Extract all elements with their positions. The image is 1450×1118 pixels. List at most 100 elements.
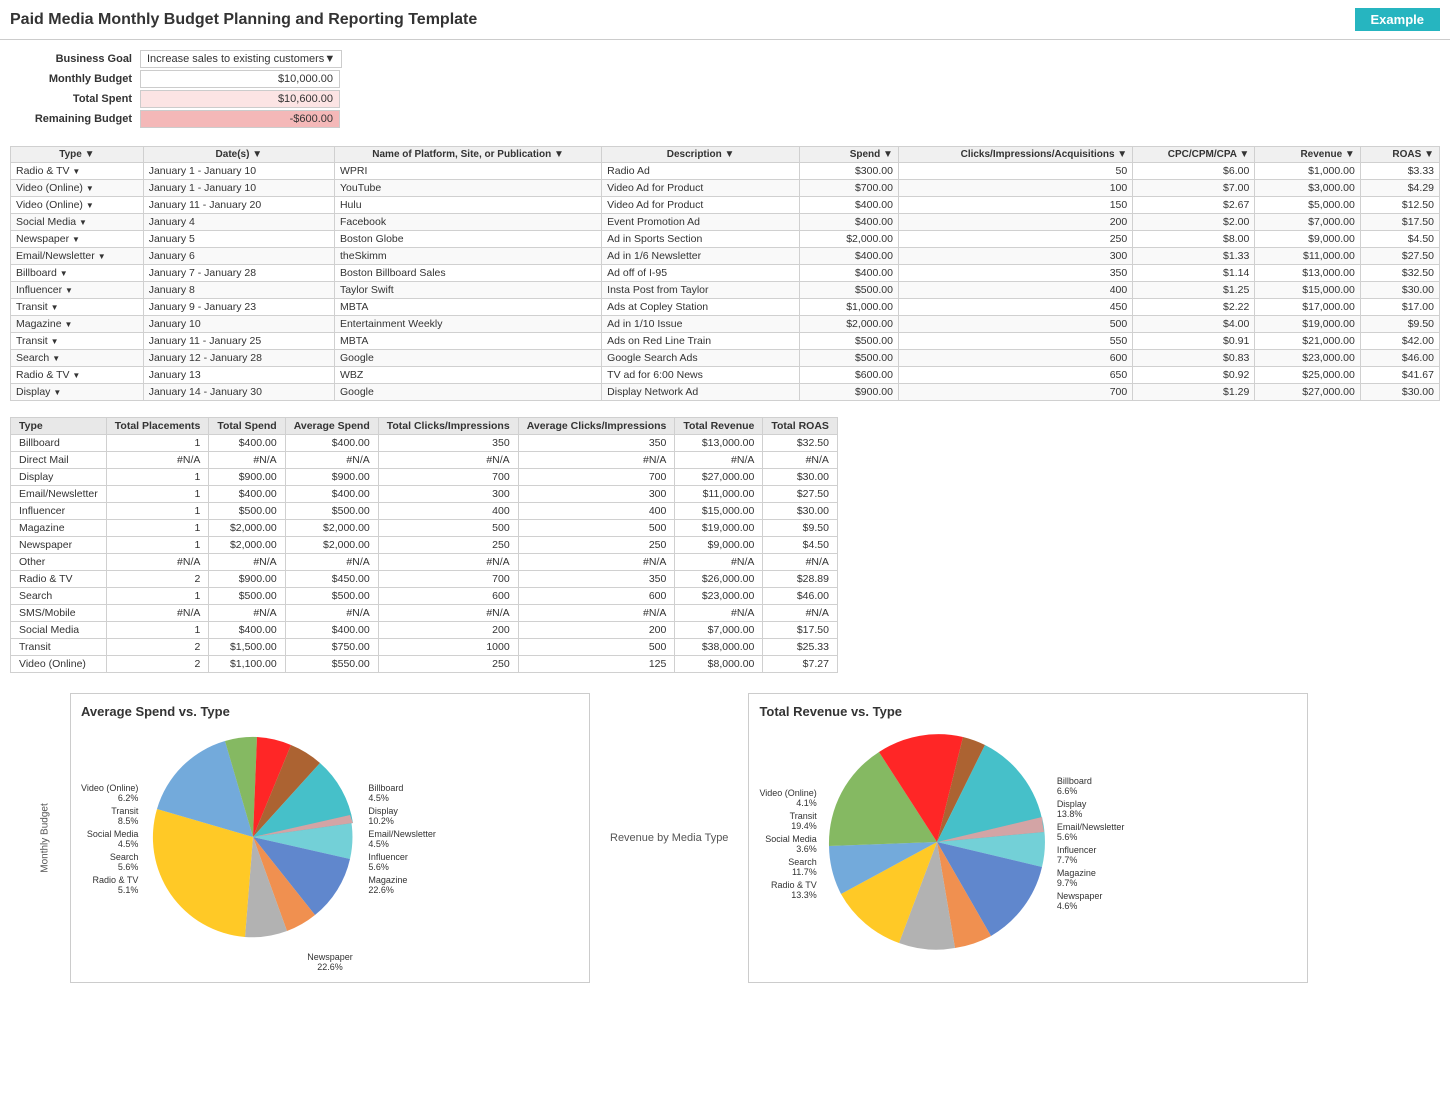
remaining-budget-label: Remaining Budget bbox=[10, 113, 140, 125]
summary-table-row: Magazine1$2,000.00$2,000.00500500$19,000… bbox=[11, 520, 838, 537]
sum-cell-6: $9,000.00 bbox=[675, 537, 763, 554]
dropdown-icon[interactable]: ▼ bbox=[52, 354, 60, 363]
dropdown-icon[interactable]: ▼ bbox=[72, 235, 80, 244]
type-value: Email/Newsletter bbox=[16, 250, 95, 262]
dropdown-icon[interactable]: ▼ bbox=[72, 167, 80, 176]
summary-table-row: Transit2$1,500.00$750.001000500$38,000.0… bbox=[11, 639, 838, 656]
sum-cell-5: 400 bbox=[518, 503, 675, 520]
dropdown-icon[interactable]: ▼ bbox=[98, 252, 106, 261]
cell-col-2: Boston Billboard Sales bbox=[334, 265, 601, 282]
dropdown-arrow-icon: ▼ bbox=[324, 53, 335, 65]
cell-col-3: Video Ad for Product bbox=[602, 180, 800, 197]
cell-col-4: $900.00 bbox=[800, 384, 899, 401]
sum-cell-6: #N/A bbox=[675, 452, 763, 469]
revenue-legend-right: Billboard 6.6%Display 13.8%Email/Newslet… bbox=[1057, 773, 1125, 914]
sum-cell-2: #N/A bbox=[209, 605, 285, 622]
dropdown-icon[interactable]: ▼ bbox=[64, 320, 72, 329]
legend-item-right: Influencer 5.6% bbox=[368, 852, 436, 872]
cell-col-1: January 12 - January 28 bbox=[143, 350, 334, 367]
sum-cell-5: 350 bbox=[518, 571, 675, 588]
type-cell: Search ▼ bbox=[11, 350, 144, 367]
sum-cell-5: 600 bbox=[518, 588, 675, 605]
col-header-clicks[interactable]: Clicks/Impressions/Acquisitions ▼ bbox=[898, 147, 1132, 163]
rev-legend-item: Transit 19.4% bbox=[759, 811, 816, 831]
cell-col-3: Event Promotion Ad bbox=[602, 214, 800, 231]
sum-cell-4: #N/A bbox=[378, 452, 518, 469]
cell-col-4: $400.00 bbox=[800, 265, 899, 282]
sum-cell-1: 2 bbox=[106, 571, 209, 588]
cell-col-8: $17.00 bbox=[1360, 299, 1439, 316]
sum-cell-5: 700 bbox=[518, 469, 675, 486]
dropdown-icon[interactable]: ▼ bbox=[51, 303, 59, 312]
total-spent-label: Total Spent bbox=[10, 93, 140, 105]
sum-col-spend: Total Spend bbox=[209, 418, 285, 435]
sum-cell-0: Billboard bbox=[11, 435, 107, 452]
cell-col-4: $400.00 bbox=[800, 197, 899, 214]
type-value: Magazine bbox=[16, 318, 62, 330]
dropdown-icon[interactable]: ▼ bbox=[60, 269, 68, 278]
sum-col-roas: Total ROAS bbox=[763, 418, 838, 435]
cell-col-3: Ad in Sports Section bbox=[602, 231, 800, 248]
revenue-title: Total Revenue vs. Type bbox=[759, 704, 1297, 719]
cell-col-6: $6.00 bbox=[1133, 163, 1255, 180]
rev-legend-item-right: Display 13.8% bbox=[1057, 799, 1125, 819]
sum-cell-6: $26,000.00 bbox=[675, 571, 763, 588]
cell-col-3: Ad in 1/6 Newsletter bbox=[602, 248, 800, 265]
cell-col-6: $1.29 bbox=[1133, 384, 1255, 401]
charts-section: Monthly Budget Average Spend vs. Type Vi… bbox=[0, 683, 1450, 993]
cell-col-7: $25,000.00 bbox=[1255, 367, 1361, 384]
col-header-desc[interactable]: Description ▼ bbox=[602, 147, 800, 163]
cell-col-5: 50 bbox=[898, 163, 1132, 180]
dropdown-icon[interactable]: ▼ bbox=[53, 388, 61, 397]
dropdown-icon[interactable]: ▼ bbox=[51, 337, 59, 346]
cell-col-1: January 13 bbox=[143, 367, 334, 384]
col-header-type[interactable]: Type ▼ bbox=[11, 147, 144, 163]
col-header-date[interactable]: Date(s) ▼ bbox=[143, 147, 334, 163]
col-header-roas[interactable]: ROAS ▼ bbox=[1360, 147, 1439, 163]
business-goal-value[interactable]: Increase sales to existing customers ▼ bbox=[140, 50, 342, 68]
cell-col-7: $7,000.00 bbox=[1255, 214, 1361, 231]
monthly-budget-value: $10,000.00 bbox=[140, 70, 340, 88]
table-row: Influencer ▼January 8Taylor SwiftInsta P… bbox=[11, 282, 1440, 299]
cell-col-2: Boston Globe bbox=[334, 231, 601, 248]
sum-cell-1: 2 bbox=[106, 656, 209, 673]
dropdown-icon[interactable]: ▼ bbox=[65, 286, 73, 295]
cell-col-1: January 4 bbox=[143, 214, 334, 231]
type-cell: Radio & TV ▼ bbox=[11, 163, 144, 180]
col-header-cpc[interactable]: CPC/CPM/CPA ▼ bbox=[1133, 147, 1255, 163]
sum-cell-4: #N/A bbox=[378, 554, 518, 571]
col-header-revenue[interactable]: Revenue ▼ bbox=[1255, 147, 1361, 163]
col-header-spend[interactable]: Spend ▼ bbox=[800, 147, 899, 163]
cell-col-2: Taylor Swift bbox=[334, 282, 601, 299]
main-table-header: Type ▼ Date(s) ▼ Name of Platform, Site,… bbox=[11, 147, 1440, 163]
sum-col-placements: Total Placements bbox=[106, 418, 209, 435]
sum-cell-7: $4.50 bbox=[763, 537, 838, 554]
cell-col-4: $2,000.00 bbox=[800, 316, 899, 333]
cell-col-7: $17,000.00 bbox=[1255, 299, 1361, 316]
dropdown-icon[interactable]: ▼ bbox=[86, 184, 94, 193]
dropdown-icon[interactable]: ▼ bbox=[72, 371, 80, 380]
page-header: Paid Media Monthly Budget Planning and R… bbox=[0, 0, 1450, 40]
sum-cell-4: #N/A bbox=[378, 605, 518, 622]
cell-col-5: 650 bbox=[898, 367, 1132, 384]
sum-cell-2: $1,500.00 bbox=[209, 639, 285, 656]
col-header-name[interactable]: Name of Platform, Site, or Publication ▼ bbox=[334, 147, 601, 163]
cell-col-8: $17.50 bbox=[1360, 214, 1439, 231]
sum-cell-4: 700 bbox=[378, 469, 518, 486]
sum-cell-0: Newspaper bbox=[11, 537, 107, 554]
type-value: Transit bbox=[16, 301, 48, 313]
sum-cell-1: 1 bbox=[106, 486, 209, 503]
sum-cell-6: $8,000.00 bbox=[675, 656, 763, 673]
sum-cell-6: $19,000.00 bbox=[675, 520, 763, 537]
dropdown-icon[interactable]: ▼ bbox=[79, 218, 87, 227]
cell-col-3: Insta Post from Taylor bbox=[602, 282, 800, 299]
dropdown-icon[interactable]: ▼ bbox=[86, 201, 94, 210]
avg-spend-pie-svg bbox=[143, 727, 363, 947]
summary-table-body: Billboard1$400.00$400.00350350$13,000.00… bbox=[11, 435, 838, 673]
cell-col-4: $400.00 bbox=[800, 248, 899, 265]
cell-col-6: $0.83 bbox=[1133, 350, 1255, 367]
cell-col-7: $11,000.00 bbox=[1255, 248, 1361, 265]
sum-cell-0: Display bbox=[11, 469, 107, 486]
sum-cell-1: 1 bbox=[106, 435, 209, 452]
sum-cell-3: $2,000.00 bbox=[285, 520, 378, 537]
